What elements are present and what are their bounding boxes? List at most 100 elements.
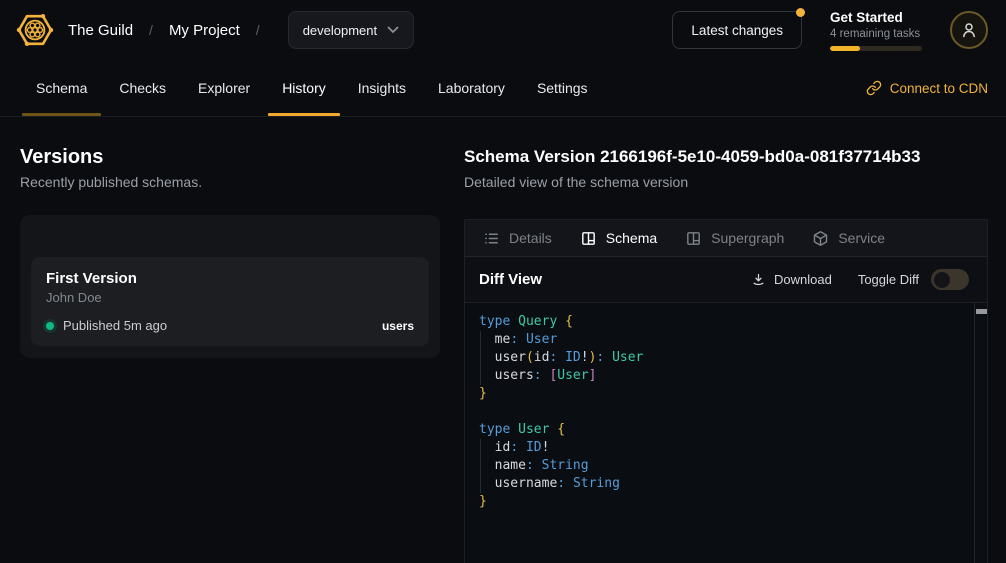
- connect-to-cdn-button[interactable]: Connect to CDN: [866, 60, 988, 116]
- versions-title: Versions: [20, 145, 464, 169]
- toggle-diff-label: Toggle Diff: [858, 272, 919, 287]
- code-token: }: [479, 494, 487, 509]
- tab-label: Insights: [358, 80, 406, 96]
- connect-to-cdn-label: Connect to CDN: [890, 81, 988, 96]
- code-token: :: [557, 476, 565, 491]
- version-list-item[interactable]: First Version John Doe Published 5m ago …: [31, 257, 429, 346]
- tab-insights[interactable]: Insights: [344, 60, 420, 116]
- download-label: Download: [774, 272, 832, 287]
- code-token: [518, 332, 526, 347]
- code-token: Query: [518, 314, 557, 329]
- code-token: :: [510, 440, 518, 455]
- get-started-widget[interactable]: Get Started 4 remaining tasks: [830, 10, 922, 51]
- list-icon: [483, 230, 500, 247]
- code-line: me: User: [479, 331, 987, 349]
- schema-sdl-viewer[interactable]: type Query { me: User user(id: ID!): Use…: [465, 303, 987, 563]
- code-line: users: [User]: [479, 367, 987, 385]
- latest-changes-button[interactable]: Latest changes: [672, 11, 802, 49]
- schema-version-title: Schema Version 2166196f-5e10-4059-bd0a-0…: [464, 145, 988, 169]
- download-button[interactable]: Download: [751, 272, 832, 287]
- code-line: name: String: [479, 457, 987, 475]
- latest-changes-label: Latest changes: [691, 23, 783, 38]
- code-token: users: [479, 368, 534, 383]
- code-token: :: [534, 368, 542, 383]
- versions-subtitle: Recently published schemas.: [20, 174, 464, 190]
- environment-label: development: [303, 23, 377, 38]
- detail-tab-schema[interactable]: Schema: [580, 230, 657, 247]
- detail-tabs: Details Schema Supergraph Service: [465, 220, 987, 257]
- code-token: [518, 440, 526, 455]
- detail-tab-details[interactable]: Details: [483, 230, 552, 247]
- code-token: [565, 476, 573, 491]
- page-tabs: Schema Checks Explorer History Insights Labor…: [22, 60, 602, 116]
- tab-checks[interactable]: Checks: [105, 60, 180, 116]
- code-token: username: [479, 476, 557, 491]
- code-token: !: [542, 440, 550, 455]
- person-icon: [960, 21, 978, 39]
- version-status: Published 5m ago: [63, 318, 167, 333]
- version-detail-panel: Schema Version 2166196f-5e10-4059-bd0a-0…: [464, 117, 988, 563]
- versions-list-card: First Version John Doe Published 5m ago …: [20, 215, 440, 358]
- tab-underline: [268, 113, 340, 116]
- code-token: [534, 458, 542, 473]
- code-token: type: [479, 422, 510, 437]
- tab-settings[interactable]: Settings: [523, 60, 602, 116]
- get-started-subtitle: 4 remaining tasks: [830, 27, 922, 41]
- breadcrumb: The Guild / My Project / development: [16, 11, 414, 49]
- detail-tab-label: Details: [509, 230, 552, 246]
- code-line: [479, 403, 987, 421]
- code-token: {: [565, 314, 573, 329]
- tab-label: Laboratory: [438, 80, 505, 96]
- tab-schema[interactable]: Schema: [22, 60, 101, 116]
- code-scrollbar-thumb[interactable]: [976, 309, 987, 314]
- environment-dropdown[interactable]: development: [288, 11, 414, 49]
- top-bar: The Guild / My Project / development Lat…: [0, 0, 1006, 60]
- detail-tab-label: Supergraph: [711, 230, 784, 246]
- code-token: name: [479, 458, 526, 473]
- detail-tab-service[interactable]: Service: [812, 230, 885, 247]
- code-token: (: [526, 350, 534, 365]
- user-avatar[interactable]: [950, 11, 988, 49]
- tab-label: Checks: [119, 80, 166, 96]
- tab-laboratory[interactable]: Laboratory: [424, 60, 519, 116]
- schema-detail-card: DetailsSchemaSupergraphService Diff View…: [464, 219, 988, 563]
- tab-label: Explorer: [198, 80, 250, 96]
- breadcrumb-org[interactable]: The Guild: [68, 22, 133, 39]
- code-line: }: [479, 385, 987, 403]
- code-token: id: [479, 440, 510, 455]
- get-started-progress-fill: [830, 46, 860, 51]
- code-line: }: [479, 493, 987, 511]
- code-scrollbar[interactable]: [974, 303, 987, 563]
- hive-logo-icon[interactable]: [16, 11, 54, 49]
- code-token: :: [510, 332, 518, 347]
- tab-history[interactable]: History: [268, 60, 340, 116]
- chevron-down-icon: [387, 26, 399, 34]
- tab-underline: [22, 113, 101, 116]
- code-token: id: [534, 350, 550, 365]
- code-token: me: [479, 332, 510, 347]
- code-line: username: String: [479, 475, 987, 493]
- code-line: type User {: [479, 421, 987, 439]
- tab-explorer[interactable]: Explorer: [184, 60, 264, 116]
- service-name-badge: users: [382, 319, 414, 333]
- code-token: [557, 314, 565, 329]
- get-started-title: Get Started: [830, 10, 922, 26]
- versions-panel: Versions Recently published schemas. Fir…: [20, 117, 464, 563]
- code-token: :: [526, 458, 534, 473]
- breadcrumb-separator: /: [149, 22, 153, 38]
- code-token: [510, 314, 518, 329]
- code-token: User: [518, 422, 549, 437]
- detail-tab-label: Schema: [606, 230, 657, 246]
- get-started-progressbar: [830, 46, 922, 51]
- schema-version-subtitle: Detailed view of the schema version: [464, 174, 988, 190]
- page-tabs-bar: Schema Checks Explorer History Insights Labor…: [0, 60, 1006, 117]
- detail-tab-supergraph[interactable]: Supergraph: [685, 230, 784, 247]
- toggle-diff-switch[interactable]: [931, 269, 969, 290]
- download-icon: [751, 272, 766, 287]
- link-icon: [866, 80, 882, 96]
- schema-sdl-code: type Query { me: User user(id: ID!): Use…: [465, 303, 987, 511]
- tab-label: History: [282, 80, 326, 96]
- code-token: }: [479, 386, 487, 401]
- breadcrumb-project[interactable]: My Project: [169, 22, 240, 39]
- code-token: type: [479, 314, 510, 329]
